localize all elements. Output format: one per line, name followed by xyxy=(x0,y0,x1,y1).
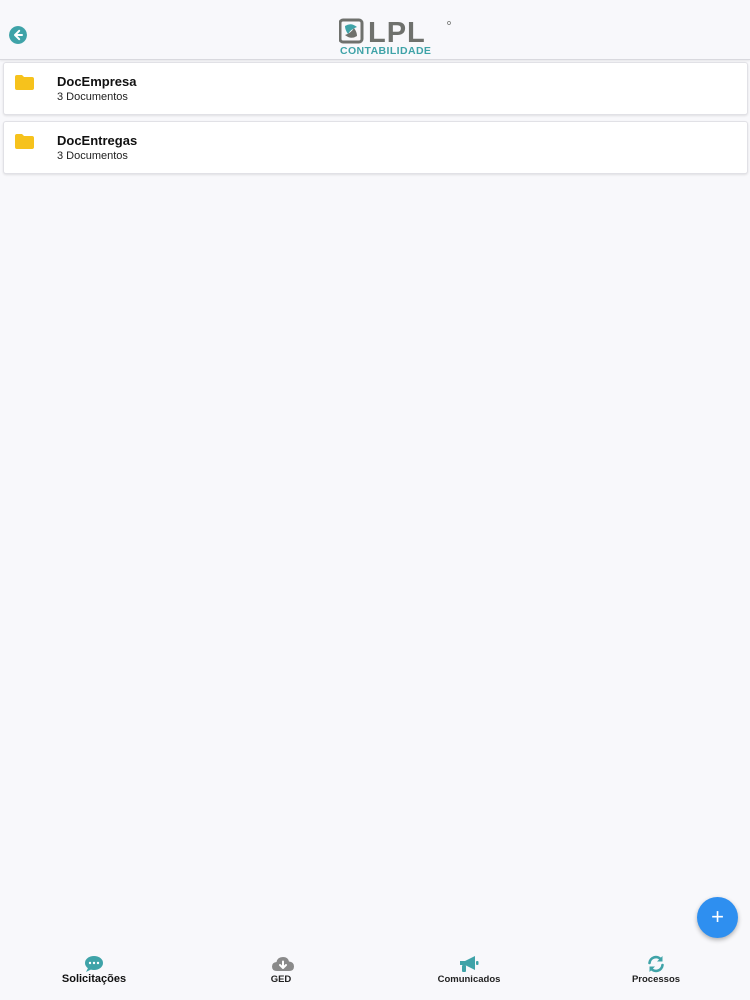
folder-item-docentregas[interactable]: DocEntregas 3 Documentos xyxy=(3,121,748,174)
plus-icon: + xyxy=(711,904,724,929)
add-button[interactable]: + xyxy=(697,897,738,938)
company-logo: LPL CONTABILIDADE xyxy=(339,18,453,58)
logo-subtitle: CONTABILIDADE xyxy=(340,45,432,57)
folder-title: DocEmpresa xyxy=(57,74,137,89)
tab-comunicados[interactable]: Comunicados xyxy=(375,945,563,1000)
folder-count: 3 Documentos xyxy=(57,91,128,103)
tab-label: Solicitações xyxy=(61,973,127,985)
tab-solicitacoes[interactable]: Solicitações xyxy=(0,945,188,1000)
tab-ged[interactable]: GED xyxy=(187,945,375,1000)
cloud-download-icon xyxy=(272,957,294,971)
tab-label: Comunicados xyxy=(437,974,501,985)
folder-item-docempresa[interactable]: DocEmpresa 3 Documentos xyxy=(3,62,748,115)
folder-title: DocEntregas xyxy=(57,133,138,148)
sync-icon xyxy=(648,955,664,973)
app-header: LPL CONTABILIDADE xyxy=(0,0,750,60)
tab-processos[interactable]: Processos xyxy=(562,945,750,1000)
tab-label: GED xyxy=(270,974,292,985)
logo-wordmark: LPL xyxy=(339,18,451,44)
logo-emblem-icon xyxy=(339,18,364,44)
tab-label: Processos xyxy=(631,974,681,985)
arrow-left-circle-icon[interactable] xyxy=(9,26,27,44)
folder-icon xyxy=(15,134,34,149)
folder-list: DocEmpresa 3 Documentos DocEntregas 3 Do… xyxy=(3,62,748,180)
folder-count: 3 Documentos xyxy=(57,150,128,162)
chat-bubble-icon xyxy=(85,956,103,972)
megaphone-icon xyxy=(460,956,479,972)
bottom-tab-bar: Solicitações GED Comunicados Processos xyxy=(0,945,750,1000)
logo-text: LPL xyxy=(368,18,426,44)
folder-icon xyxy=(15,75,34,90)
